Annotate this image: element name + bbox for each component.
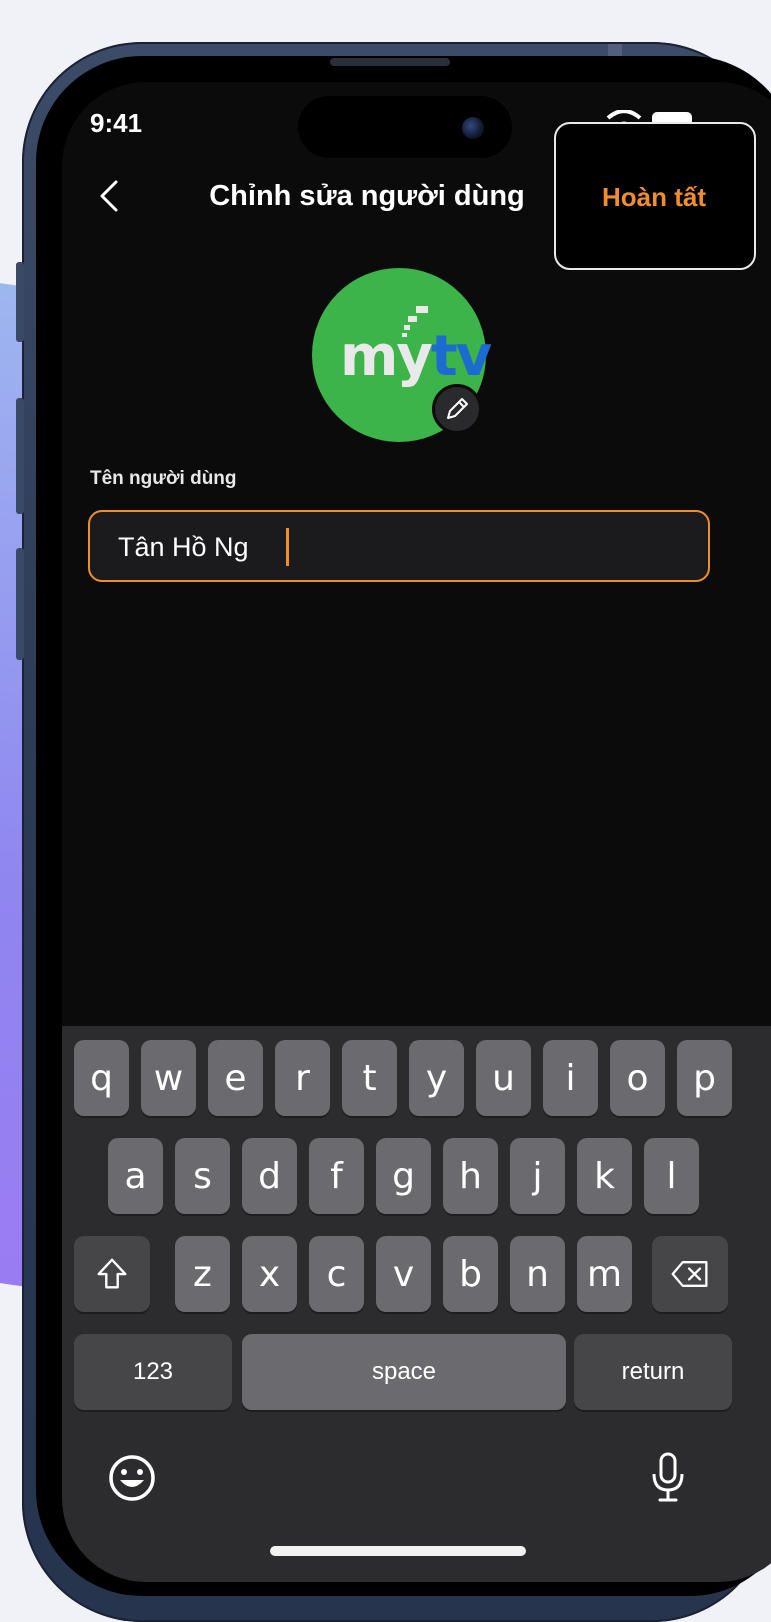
key-a[interactable]: a <box>108 1138 163 1214</box>
key-b[interactable]: b <box>443 1236 498 1312</box>
shift-arrow-icon <box>97 1258 127 1289</box>
keyboard: q w e r t y u i o p a s d f g h j k l z … <box>62 1026 771 1582</box>
return-key[interactable]: return <box>574 1334 732 1410</box>
mytv-logo: mytv <box>340 324 492 389</box>
key-t[interactable]: t <box>342 1040 397 1116</box>
earpiece-speaker <box>330 58 450 66</box>
key-p[interactable]: p <box>677 1040 732 1116</box>
key-s[interactable]: s <box>175 1138 230 1214</box>
done-button[interactable]: Hoàn tất <box>602 182 706 213</box>
key-j[interactable]: j <box>510 1138 565 1214</box>
side-button-volume-up <box>16 398 24 514</box>
space-key[interactable]: space <box>242 1334 566 1410</box>
delete-key[interactable] <box>652 1236 728 1312</box>
username-label: Tên người dùng <box>90 468 237 489</box>
key-l[interactable]: l <box>644 1138 699 1214</box>
key-g[interactable]: g <box>376 1138 431 1214</box>
key-y[interactable]: y <box>409 1040 464 1116</box>
side-button-mute <box>16 262 24 342</box>
frame-antenna-line <box>608 44 622 56</box>
logo-tv: tv <box>430 324 492 389</box>
key-k[interactable]: k <box>577 1138 632 1214</box>
pencil-icon <box>447 398 468 419</box>
username-input[interactable]: Tân Hồ Ng <box>88 510 710 582</box>
status-time: 9:41 <box>90 108 143 138</box>
back-chevron-icon[interactable] <box>94 176 124 216</box>
dynamic-island <box>298 96 512 158</box>
home-indicator[interactable] <box>270 1546 526 1556</box>
key-x[interactable]: x <box>242 1236 297 1312</box>
key-d[interactable]: d <box>242 1138 297 1214</box>
key-i[interactable]: i <box>543 1040 598 1116</box>
emoji-icon[interactable] <box>106 1452 158 1504</box>
key-v[interactable]: v <box>376 1236 431 1312</box>
edit-avatar-button[interactable] <box>432 384 482 434</box>
key-c[interactable]: c <box>309 1236 364 1312</box>
app-screen: 9:41 Chỉnh sửa người dùng Hoàn tất mytv … <box>62 82 771 1582</box>
logo-my: my <box>340 324 433 389</box>
key-n[interactable]: n <box>510 1236 565 1312</box>
key-f[interactable]: f <box>309 1138 364 1214</box>
key-z[interactable]: z <box>175 1236 230 1312</box>
key-w[interactable]: w <box>141 1040 196 1116</box>
key-u[interactable]: u <box>476 1040 531 1116</box>
key-h[interactable]: h <box>443 1138 498 1214</box>
text-caret <box>286 528 289 566</box>
key-o[interactable]: o <box>610 1040 665 1116</box>
key-m[interactable]: m <box>577 1236 632 1312</box>
shift-key[interactable] <box>74 1236 150 1312</box>
key-e[interactable]: e <box>208 1040 263 1116</box>
side-button-volume-down <box>16 548 24 660</box>
numbers-key[interactable]: 123 <box>74 1334 232 1410</box>
username-value: Tân Hồ Ng <box>118 532 249 562</box>
backspace-icon <box>671 1261 708 1287</box>
key-q[interactable]: q <box>74 1040 129 1116</box>
front-camera-icon <box>462 117 484 139</box>
page-title: Chỉnh sửa người dùng <box>209 180 525 212</box>
key-r[interactable]: r <box>275 1040 330 1116</box>
microphone-icon[interactable] <box>648 1450 688 1506</box>
